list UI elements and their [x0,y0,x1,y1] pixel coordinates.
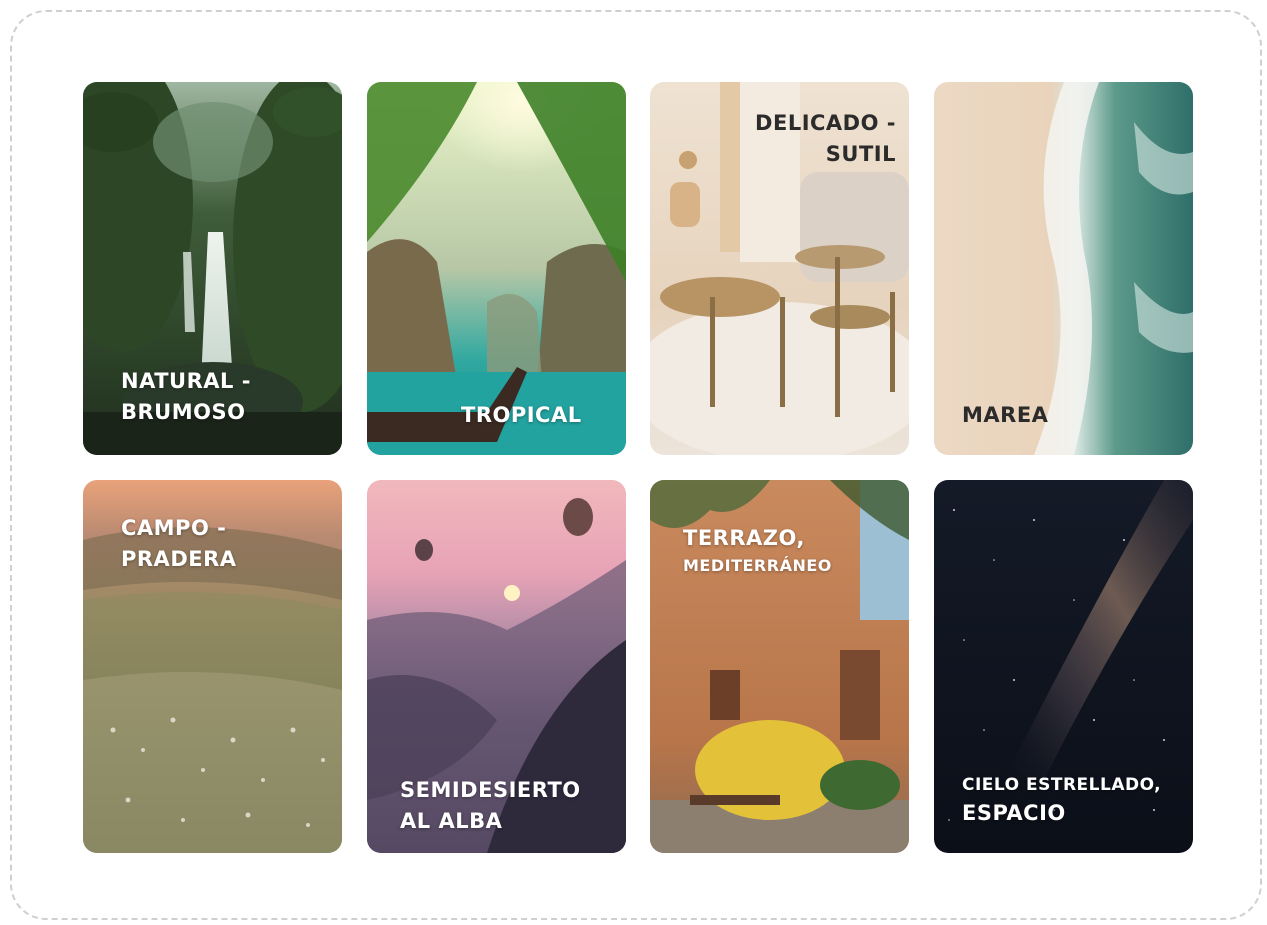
card-label: TERRAZO, MEDITERRÁNEO [683,526,832,575]
card-label: CAMPO - PRADERA [121,516,237,571]
theme-card-delicado-sutil[interactable]: DELICADO - SUTIL [650,82,909,455]
card-label: SEMIDESIERTO AL ALBA [400,778,581,833]
card-label: NATURAL - BRUMOSO [121,369,251,424]
theme-card-semidesierto-al-alba[interactable]: SEMIDESIERTO AL ALBA [367,480,626,853]
theme-card-terrazo-mediterraneo[interactable]: TERRAZO, MEDITERRÁNEO [650,480,909,853]
card-label: MAREA [962,403,1049,427]
theme-card-marea[interactable]: MAREA [934,82,1193,455]
theme-card-natural-brumoso[interactable]: NATURAL - BRUMOSO [83,82,342,455]
card-label: TROPICAL [461,403,582,427]
card-label: DELICADO - SUTIL [755,111,896,166]
theme-card-tropical[interactable]: TROPICAL [367,82,626,455]
theme-card-cielo-estrellado-espacio[interactable]: CIELO ESTRELLADO, ESPACIO [934,480,1193,853]
theme-card-campo-pradera[interactable]: CAMPO - PRADERA [83,480,342,853]
card-label: CIELO ESTRELLADO, ESPACIO [962,775,1162,825]
